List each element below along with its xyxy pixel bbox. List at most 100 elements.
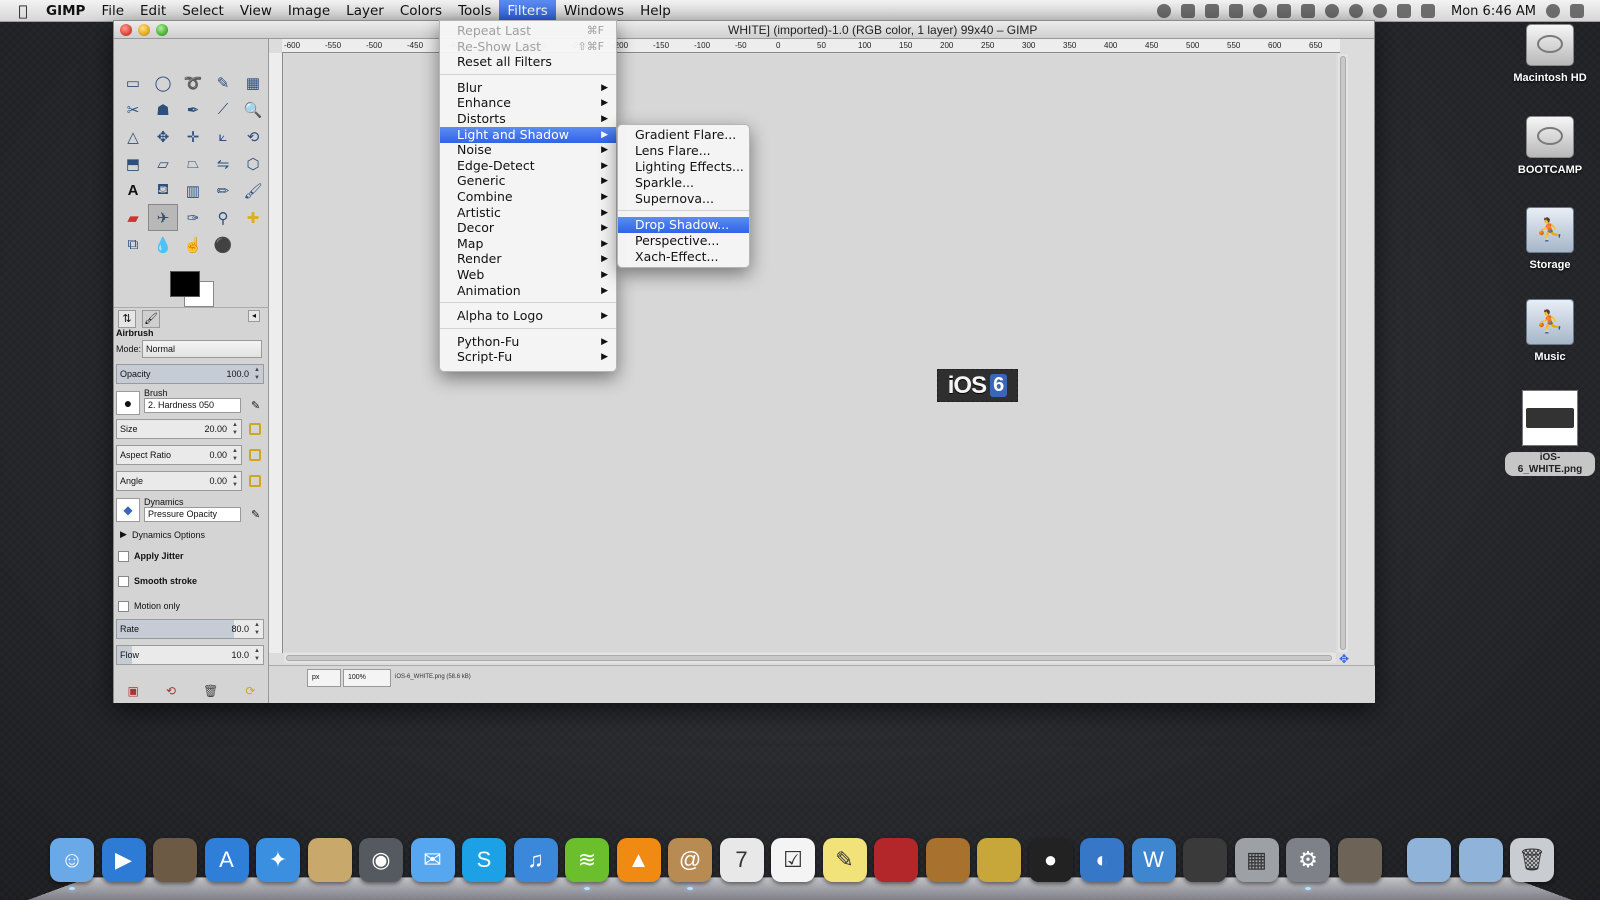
blend-tool-icon[interactable]: ▥ xyxy=(178,177,208,204)
calculator-icon[interactable]: ▦ xyxy=(1234,838,1279,882)
submenu-item-drop-shadow[interactable]: Drop Shadow... xyxy=(618,217,749,233)
filters-item-distorts[interactable]: Distorts ▶ xyxy=(440,111,616,127)
desktop-icon-music[interactable]: ⛹ Music xyxy=(1505,299,1595,363)
perspective-clone-tool-icon[interactable]: ⧉ xyxy=(118,231,148,258)
downloads-folder-icon[interactable] xyxy=(1458,838,1503,882)
image-layer[interactable]: iOS 6 xyxy=(937,369,1018,402)
cloud-icon[interactable] xyxy=(1253,4,1268,18)
reminders-icon[interactable]: ☑ xyxy=(771,838,815,882)
flip-tool-icon[interactable]: ⇋ xyxy=(208,150,238,177)
brush-preview[interactable]: ● xyxy=(116,391,140,415)
aspect-spinner-icon[interactable]: ▲ ▼ xyxy=(230,447,240,463)
notification-center-icon[interactable] xyxy=(1570,4,1584,18)
close-button[interactable] xyxy=(120,24,132,36)
evernote-icon[interactable] xyxy=(1181,4,1196,18)
menu-image[interactable]: Image xyxy=(280,0,338,22)
filters-item-blur[interactable]: Blur ▶ xyxy=(440,80,616,96)
safari-icon[interactable]: ✦ xyxy=(256,838,300,882)
motion-only-checkbox[interactable] xyxy=(118,601,129,612)
spotify-icon[interactable]: ≋ xyxy=(565,838,609,882)
quicktime-icon[interactable]: ▶ xyxy=(101,838,146,882)
opacity-slider[interactable]: Opacity 100.0 ▲ ▼ xyxy=(116,364,264,384)
size-reset-icon[interactable] xyxy=(249,423,261,435)
navigate-icon[interactable]: ✥ xyxy=(1339,653,1351,665)
word-icon[interactable]: W xyxy=(1131,838,1176,882)
notes-icon[interactable]: ✎ xyxy=(822,838,867,882)
angle-reset-icon[interactable] xyxy=(249,475,261,487)
unit-dropdown[interactable]: px xyxy=(307,669,341,687)
menu-edit[interactable]: Edit xyxy=(132,0,174,22)
shear-tool-icon[interactable]: ▱ xyxy=(148,150,178,177)
volume-icon[interactable] xyxy=(1421,4,1436,18)
filters-item-noise[interactable]: Noise ▶ xyxy=(440,142,616,158)
panel-menu-icon[interactable]: ◂ xyxy=(248,310,260,322)
bubble-icon[interactable] xyxy=(1325,4,1340,18)
submenu-item-xach-effect[interactable]: Xach-Effect... xyxy=(618,249,749,265)
filters-item-animation[interactable]: Animation ▶ xyxy=(440,283,616,299)
zoom-tool-icon[interactable]: 🔍 xyxy=(238,96,268,123)
fuzzy-select-tool-icon[interactable]: ✎ xyxy=(208,69,238,96)
stack-icon[interactable] xyxy=(1277,4,1292,18)
paintbrush-tool-icon[interactable]: 🖌 xyxy=(238,177,268,204)
ink-tool-icon[interactable]: ✑ xyxy=(178,204,208,231)
angle-spinner-icon[interactable]: ▲ ▼ xyxy=(230,473,240,489)
submenu-item-lens-flare[interactable]: Lens Flare... xyxy=(618,143,749,159)
heal-tool-icon[interactable]: ✚ xyxy=(238,204,268,231)
facetime-icon[interactable]: ◉ xyxy=(359,838,403,882)
title-bar[interactable]: WHITE] (imported)-1.0 (RGB color, 1 laye… xyxy=(114,21,1374,39)
filters-item-enhance[interactable]: Enhance ▶ xyxy=(440,95,616,111)
menu-layer[interactable]: Layer xyxy=(338,0,392,22)
filters-item-edge-detect[interactable]: Edge-Detect ▶ xyxy=(440,158,616,174)
rotate-tool-icon[interactable]: ⟲ xyxy=(238,123,268,150)
dynamics-field[interactable]: Pressure Opacity xyxy=(144,507,241,522)
keyboard-icon[interactable] xyxy=(1397,4,1412,18)
cage-tool-icon[interactable]: ⬡ xyxy=(238,150,268,177)
filters-item-artistic[interactable]: Artistic ▶ xyxy=(440,205,616,221)
eraser-tool-icon[interactable]: ▰ xyxy=(118,204,148,231)
filters-item-light-and-shadow[interactable]: Light and Shadow ▶ xyxy=(440,126,616,143)
restore-options-icon[interactable]: ⟲ xyxy=(166,684,176,698)
vlc-icon[interactable]: ▲ xyxy=(616,838,661,882)
clone-tool-icon[interactable]: ⚲ xyxy=(208,204,238,231)
align-tool-icon[interactable]: ✛ xyxy=(178,123,208,150)
bluetooth-icon[interactable] xyxy=(1373,4,1388,18)
preview-icon[interactable] xyxy=(307,838,352,882)
minimize-button[interactable] xyxy=(138,24,150,36)
app-menu[interactable]: GIMP xyxy=(38,0,93,22)
finder-icon[interactable]: ☺ xyxy=(50,838,94,882)
tool-options-tab-icon[interactable]: 🖌 xyxy=(142,310,160,328)
menu-file[interactable]: File xyxy=(93,0,132,22)
filters-item-web[interactable]: Web ▶ xyxy=(440,267,616,283)
foreground-select-tool-icon[interactable]: ☗ xyxy=(148,96,178,123)
gimp-icon[interactable] xyxy=(1337,838,1382,882)
pencil-tool-icon[interactable]: ✏ xyxy=(208,177,238,204)
desktop-icon-macintosh-hd[interactable]: Macintosh HD xyxy=(1505,24,1595,84)
filters-item-python-fu[interactable]: Python-Fu ▶ xyxy=(440,334,616,350)
brush-field[interactable]: 2. Hardness 050 xyxy=(144,398,241,413)
submenu-item-perspective[interactable]: Perspective... xyxy=(618,233,749,249)
dropbox-icon[interactable] xyxy=(1205,4,1220,18)
paths-tool-icon[interactable]: ✒ xyxy=(178,96,208,123)
blur-tool-icon[interactable]: 💧 xyxy=(148,231,178,258)
trash-icon[interactable]: 🗑 xyxy=(1510,838,1554,882)
app-store-icon[interactable]: A xyxy=(204,838,249,882)
filters-item-combine[interactable]: Combine ▶ xyxy=(440,189,616,205)
device-status-tab-icon[interactable]: ⇅ xyxy=(118,310,136,328)
filters-item-render[interactable]: Render ▶ xyxy=(440,251,616,267)
filters-item-reset-all-filters[interactable]: Reset all Filters xyxy=(440,54,616,70)
scale-tool-icon[interactable]: ⬒ xyxy=(118,150,148,177)
color-select-tool-icon[interactable]: ▦ xyxy=(238,69,268,96)
smudge-tool-icon[interactable]: ☝ xyxy=(178,231,208,258)
dynamics-options-expander[interactable]: Dynamics Options xyxy=(132,530,205,540)
submenu-item-supernova[interactable]: Supernova... xyxy=(618,191,749,207)
menu-help[interactable]: Help xyxy=(632,0,679,22)
menu-select[interactable]: Select xyxy=(174,0,232,22)
photo-booth-icon[interactable] xyxy=(874,838,918,882)
move-tool-icon[interactable]: ✥ xyxy=(148,123,178,150)
system-preferences-icon[interactable]: ⚙ xyxy=(1286,838,1330,882)
smooth-stroke-checkbox[interactable] xyxy=(118,576,129,587)
menu-colors[interactable]: Colors xyxy=(392,0,450,22)
display-icon[interactable] xyxy=(1301,4,1316,18)
rate-spinner-icon[interactable]: ▲ ▼ xyxy=(252,621,262,637)
horizontal-scrollbar[interactable] xyxy=(284,653,1336,663)
